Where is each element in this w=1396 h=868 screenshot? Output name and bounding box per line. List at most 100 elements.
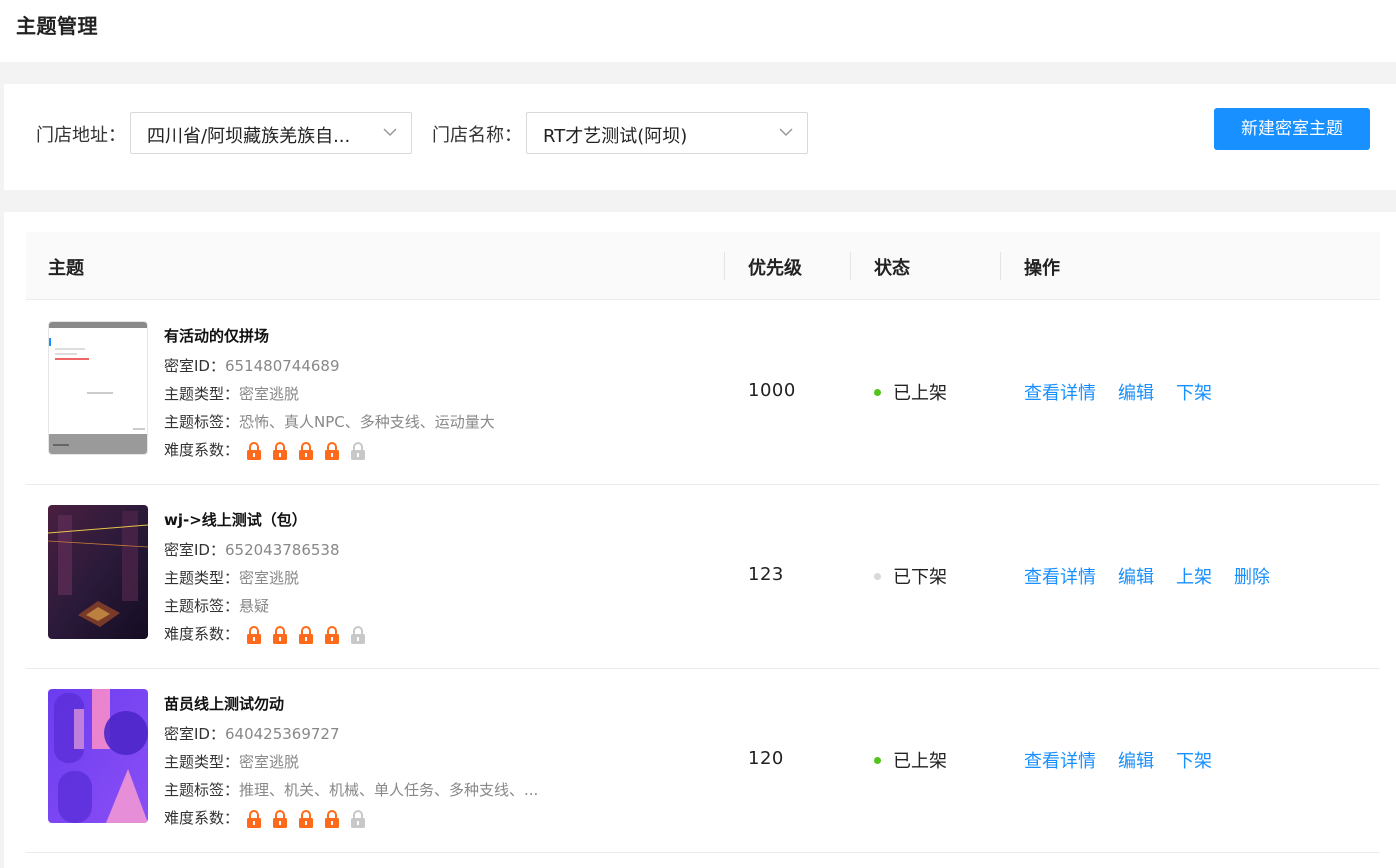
row-actions: 查看详情 编辑 上架 删除: [1024, 563, 1292, 589]
theme-thumbnail: [48, 505, 148, 639]
view-details-link[interactable]: 查看详情: [1024, 383, 1096, 404]
difficulty-locks: [245, 441, 367, 461]
lock-icon: [351, 441, 366, 460]
theme-tags-line: 主题标签：悬疑: [164, 595, 269, 616]
publish-link[interactable]: 上架: [1176, 567, 1212, 588]
theme-difficulty-line: 难度系数：: [164, 807, 367, 829]
lock-icon: [325, 625, 340, 644]
status-text: 已上架: [893, 383, 947, 404]
view-details-link[interactable]: 查看详情: [1024, 567, 1096, 588]
header-divider: [850, 252, 851, 280]
theme-name[interactable]: wj->线上测试（包）: [164, 509, 307, 530]
priority-value: 123: [748, 564, 784, 585]
theme-id-label: 密室ID：: [164, 725, 225, 743]
lock-icon: [247, 809, 262, 828]
header-status: 状态: [874, 258, 910, 279]
store-label: 门店名称：: [432, 125, 522, 146]
filter-bar: 门店地址： 四川省/阿坝藏族羌族自... 门店名称： RT才艺测试(阿坝) 新建…: [4, 84, 1396, 190]
status-dot: [874, 572, 881, 580]
row-actions: 查看详情 编辑 下架: [1024, 747, 1234, 773]
edit-link[interactable]: 编辑: [1118, 383, 1154, 404]
theme-type-label: 主题类型：: [164, 385, 240, 403]
theme-id-label: 密室ID：: [164, 357, 225, 375]
theme-type: 密室逃脱: [239, 385, 300, 403]
address-select[interactable]: 四川省/阿坝藏族羌族自...: [130, 112, 412, 154]
theme-tags-label: 主题标签：: [164, 597, 240, 615]
unpublish-link[interactable]: 下架: [1176, 751, 1212, 772]
theme-name[interactable]: 有活动的仅拼场: [164, 325, 269, 346]
header-divider: [1000, 252, 1001, 280]
store-select-value: RT才艺测试(阿坝): [543, 126, 688, 147]
theme-type-line: 主题类型：密室逃脱: [164, 567, 299, 588]
page-header: 主题管理: [0, 0, 1396, 62]
table-header: 主题 优先级 状态 操作: [26, 232, 1380, 300]
theme-name[interactable]: 苗员线上测试勿动: [164, 693, 284, 714]
theme-table: 主题 优先级 状态 操作 有活动的仅拼场 密室ID：651480744689 主…: [4, 212, 1396, 868]
theme-type-label: 主题类型：: [164, 753, 240, 771]
theme-id-line: 密室ID：652043786538: [164, 539, 340, 560]
theme-id: 640425369727: [224, 725, 340, 743]
theme-id-line: 密室ID：640425369727: [164, 723, 340, 744]
theme-tags-line: 主题标签：推理、机关、机械、单人任务、多种支线、...: [164, 779, 538, 800]
difficulty-locks: [245, 809, 367, 829]
table-row: 有活动的仅拼场 密室ID：651480744689 主题类型：密室逃脱 主题标签…: [26, 301, 1380, 485]
lock-icon: [273, 441, 288, 460]
theme-tags-line: 主题标签：恐怖、真人NPC、多种支线、运动量大: [164, 411, 495, 432]
theme-thumbnail: [48, 689, 148, 823]
theme-type: 密室逃脱: [239, 753, 300, 771]
edit-link[interactable]: 编辑: [1118, 751, 1154, 772]
delete-link[interactable]: 删除: [1234, 567, 1270, 588]
priority-value: 120: [748, 748, 784, 769]
theme-tags: 恐怖、真人NPC、多种支线、运动量大: [239, 413, 495, 431]
status-cell: 已上架: [874, 747, 947, 773]
difficulty-locks: [245, 625, 367, 645]
lock-icon: [351, 809, 366, 828]
store-select[interactable]: RT才艺测试(阿坝): [526, 112, 808, 154]
theme-type-label: 主题类型：: [164, 569, 240, 587]
theme-id-label: 密室ID：: [164, 541, 225, 559]
address-select-value: 四川省/阿坝藏族羌族自...: [147, 126, 351, 147]
status-text: 已上架: [893, 751, 947, 772]
theme-type-line: 主题类型：密室逃脱: [164, 383, 299, 404]
theme-tags: 悬疑: [239, 597, 270, 615]
lock-icon: [273, 809, 288, 828]
theme-type: 密室逃脱: [239, 569, 300, 587]
edit-link[interactable]: 编辑: [1118, 567, 1154, 588]
theme-id-line: 密室ID：651480744689: [164, 355, 340, 376]
table-row: 苗员线上测试勿动 密室ID：640425369727 主题类型：密室逃脱 主题标…: [26, 669, 1380, 853]
lock-icon: [299, 625, 314, 644]
lock-icon: [325, 441, 340, 460]
row-actions: 查看详情 编辑 下架: [1024, 379, 1234, 405]
theme-thumbnail: [48, 321, 148, 455]
status-dot: [874, 756, 881, 764]
header-actions: 操作: [1024, 258, 1060, 279]
theme-tags: 推理、机关、机械、单人任务、多种支线、...: [239, 781, 539, 799]
status-cell: 已下架: [874, 563, 947, 589]
theme-tags-label: 主题标签：: [164, 781, 240, 799]
theme-difficulty-line: 难度系数：: [164, 439, 367, 461]
theme-type-line: 主题类型：密室逃脱: [164, 751, 299, 772]
status-cell: 已上架: [874, 379, 947, 405]
lock-icon: [273, 625, 288, 644]
theme-id: 652043786538: [224, 541, 340, 559]
chevron-down-icon: [779, 128, 793, 137]
theme-tags-label: 主题标签：: [164, 413, 240, 431]
page-title: 主题管理: [16, 14, 98, 38]
theme-difficulty-label: 难度系数：: [164, 441, 240, 459]
header-divider: [724, 252, 725, 280]
unpublish-link[interactable]: 下架: [1176, 383, 1212, 404]
lock-icon: [351, 625, 366, 644]
priority-value: 1000: [748, 380, 796, 401]
lock-icon: [299, 441, 314, 460]
status-dot: [874, 388, 881, 396]
chevron-down-icon: [383, 128, 397, 137]
theme-id: 651480744689: [224, 357, 340, 375]
view-details-link[interactable]: 查看详情: [1024, 751, 1096, 772]
lock-icon: [247, 441, 262, 460]
header-priority: 优先级: [748, 258, 802, 279]
lock-icon: [247, 625, 262, 644]
lock-icon: [325, 809, 340, 828]
theme-difficulty-label: 难度系数：: [164, 809, 240, 827]
create-theme-button[interactable]: 新建密室主题: [1214, 108, 1370, 150]
theme-difficulty-line: 难度系数：: [164, 623, 367, 645]
